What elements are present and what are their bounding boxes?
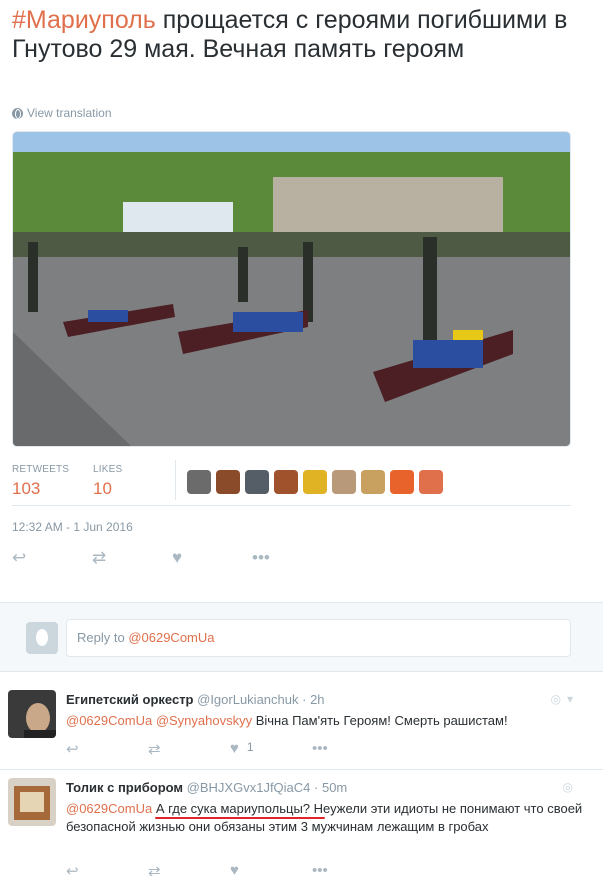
reply-text: @0629ComUa А где сука мариупольцы? Неуже… [66, 800, 586, 836]
red-underline-annotation [155, 817, 325, 819]
tweet-timestamp[interactable]: 12:32 AM - 1 Jun 2016 [12, 520, 133, 534]
likes-stat[interactable]: LIKES 10 [93, 464, 122, 499]
reply-panel: Reply to @0629ComUa [0, 602, 603, 672]
liker-avatar[interactable] [361, 470, 385, 494]
reply-meta: ◎ [563, 780, 573, 794]
reply-meta: ◎ ▾ [550, 692, 573, 706]
heart-icon[interactable]: ♥ 1 [230, 740, 312, 758]
reply-prefix: Reply to [77, 630, 129, 645]
mention-link[interactable]: @0629ComUa [66, 801, 152, 816]
globe-icon [12, 107, 23, 119]
reply-time[interactable]: · 50m [314, 780, 347, 795]
like-count: 1 [246, 740, 254, 754]
mention-link[interactable]: @0629ComUa [66, 713, 152, 728]
mention-link[interactable]: @Synyahovskyy [156, 713, 252, 728]
view-translation-label: View translation [27, 106, 112, 120]
retweets-label: RETWEETS [12, 464, 70, 475]
avatar-image [8, 778, 56, 826]
avatar-image [8, 690, 56, 738]
user-avatar [26, 622, 58, 654]
liker-avatar[interactable] [332, 470, 356, 494]
avatar[interactable] [8, 778, 56, 826]
likes-count: 10 [93, 479, 112, 498]
retweets-count: 103 [12, 479, 41, 498]
reply-tweet[interactable]: Египетский оркестр @IgorLukianchuk · 2h … [0, 682, 603, 770]
more-icon[interactable]: ••• [252, 548, 332, 568]
reply-tweet[interactable]: Толик с прибором @BHJXGvx1JfQiaC4 · 50m … [0, 770, 603, 876]
reply-icon[interactable]: ↩ [66, 862, 148, 876]
tweet-text: #Мариуполь прощается с героями погибшими… [12, 6, 592, 64]
reply-input[interactable]: Reply to @0629ComUa [66, 619, 571, 657]
avatar[interactable] [8, 690, 56, 738]
liker-avatar[interactable] [390, 470, 414, 494]
location-pin-icon: ▾ [566, 692, 573, 706]
liker-avatar[interactable] [419, 470, 443, 494]
reply-body: Вічна Пам'ять Героям! Смерть рашистам! [252, 713, 508, 728]
view-translation-link[interactable]: View translation [12, 106, 112, 120]
funeral-photo [13, 132, 570, 446]
reply-time[interactable]: · 2h [302, 692, 324, 707]
liker-avatar[interactable] [303, 470, 327, 494]
tweet-stats: RETWEETS 103 LIKES 10 [12, 458, 571, 506]
retweets-stat[interactable]: RETWEETS 103 [12, 464, 69, 499]
globe-icon: ◎ [550, 692, 561, 706]
reply-actions: ↩ ⇄ ♥ ••• [66, 862, 394, 876]
user-handle[interactable]: @IgorLukianchuk [197, 692, 298, 707]
retweet-icon[interactable]: ⇄ [92, 548, 172, 568]
more-icon[interactable]: ••• [312, 740, 394, 758]
reply-header: Толик с прибором @BHJXGvx1JfQiaC4 · 50m [66, 780, 347, 795]
display-name[interactable]: Толик с прибором [66, 780, 183, 795]
liker-avatar[interactable] [274, 470, 298, 494]
reply-icon[interactable]: ↩ [12, 548, 92, 568]
globe-icon: ◎ [562, 780, 573, 794]
reply-actions: ↩ ⇄ ♥ 1 ••• [66, 740, 394, 758]
stats-divider [175, 460, 176, 500]
hashtag-link[interactable]: #Мариуполь [12, 6, 156, 34]
liker-avatar[interactable] [187, 470, 211, 494]
reply-mention: @0629ComUa [128, 630, 215, 645]
underlined-phrase: А где сука мариупольцы? [155, 801, 311, 816]
tweet-actions: ↩ ⇄ ♥ ••• [12, 548, 332, 568]
liker-avatar[interactable] [245, 470, 269, 494]
more-icon[interactable]: ••• [312, 862, 394, 876]
tweet-photo[interactable] [12, 131, 571, 447]
retweet-icon[interactable]: ⇄ [148, 740, 230, 758]
display-name[interactable]: Египетский оркестр [66, 692, 194, 707]
user-handle[interactable]: @BHJXGvx1JfQiaC4 [187, 780, 311, 795]
retweet-icon[interactable]: ⇄ [148, 862, 230, 876]
liker-avatar[interactable] [216, 470, 240, 494]
liker-avatars [187, 470, 443, 494]
heart-icon[interactable]: ♥ [172, 548, 252, 568]
likes-label: LIKES [93, 464, 123, 475]
reply-header: Египетский оркестр @IgorLukianchuk · 2h [66, 692, 325, 707]
reply-text: @0629ComUa @Synyahovskyy Вічна Пам'ять Г… [66, 712, 586, 730]
reply-icon[interactable]: ↩ [66, 740, 148, 758]
heart-icon[interactable]: ♥ [230, 862, 312, 876]
